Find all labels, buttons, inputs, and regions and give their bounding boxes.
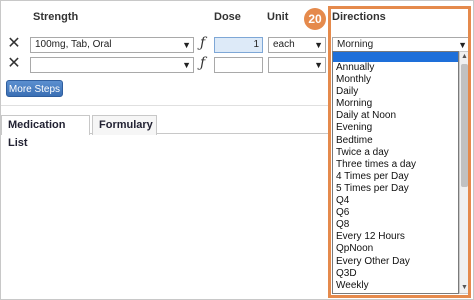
chevron-down-icon: ▼ [182, 40, 191, 50]
dose-header: Dose [214, 11, 241, 23]
strength-select[interactable]: ▼ [30, 57, 194, 73]
tab-bar: Medication List Formulary [1, 112, 328, 149]
strength-select[interactable]: 100mg, Tab, Oral ▼ [30, 37, 194, 53]
chevron-down-icon: ▼ [314, 40, 323, 50]
highlight-frame [328, 6, 471, 298]
fx-icon[interactable]: ƒ [200, 55, 205, 71]
unit-select[interactable]: ▼ [268, 57, 326, 73]
tab-medication-list[interactable]: Medication List [1, 115, 90, 149]
tab-formulary[interactable]: Formulary [92, 115, 157, 135]
fx-icon[interactable]: ƒ [200, 35, 205, 51]
close-icon[interactable]: ✕ [7, 56, 21, 72]
unit-value: each [273, 39, 295, 50]
strength-value: 100mg, Tab, Oral [35, 39, 112, 50]
step-number-badge: 20 [304, 8, 326, 30]
divider [1, 105, 328, 106]
prescription-steps-panel: Strength Dose Unit Directions 20 ✕ 100mg… [0, 0, 474, 300]
close-icon[interactable]: ✕ [7, 36, 21, 52]
unit-select[interactable]: each ▼ [268, 37, 326, 53]
dose-input[interactable]: 1 [214, 37, 263, 53]
more-steps-button[interactable]: More Steps [6, 80, 63, 97]
chevron-down-icon: ▼ [182, 60, 191, 70]
strength-header: Strength [33, 11, 79, 23]
dose-input[interactable] [214, 57, 263, 73]
chevron-down-icon: ▼ [314, 60, 323, 70]
unit-header: Unit [267, 11, 289, 23]
